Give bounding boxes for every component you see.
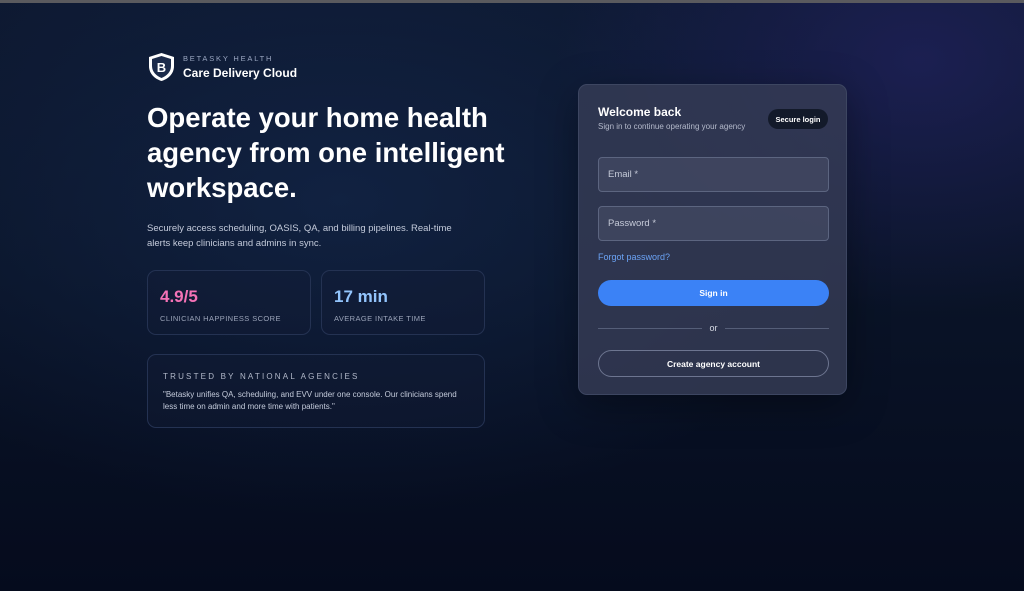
login-card: Welcome back Sign in to continue operati… [578,84,847,395]
brand-header: B BETASKY HEALTH Care Delivery Cloud [147,52,297,82]
testimonial-card: TRUSTED BY NATIONAL AGENCIES "Betasky un… [147,354,485,428]
testimonial-eyebrow: TRUSTED BY NATIONAL AGENCIES [163,372,360,381]
hero-subtitle: Securely access scheduling, OASIS, QA, a… [147,223,452,249]
stat-label: AVERAGE INTAKE TIME [334,314,426,323]
top-border [0,0,1024,3]
login-title: Welcome back [598,105,682,119]
create-account-button[interactable]: Create agency account [598,350,829,377]
testimonial-quote: "Betasky unifies QA, scheduling, and EVV… [163,390,457,411]
stat-card-happiness: 4.9/5 CLINICIAN HAPPINESS SCORE [147,270,311,335]
or-divider: or [598,322,829,334]
shield-icon: B [149,53,174,81]
email-field[interactable] [598,157,829,192]
login-subtitle: Sign in to continue operating your agenc… [598,122,746,131]
brand-name: Care Delivery Cloud [183,65,298,80]
stat-label: CLINICIAN HAPPINESS SCORE [160,314,281,323]
stat-value: 4.9/5 [160,287,198,306]
stat-card-intake: 17 min AVERAGE INTAKE TIME [321,270,485,335]
stat-value: 17 min [334,287,388,306]
divider-line [725,328,829,329]
forgot-password-link[interactable]: Forgot password? [598,252,670,262]
sign-in-button[interactable]: Sign in [598,280,829,306]
secure-login-badge: Secure login [768,109,828,129]
password-field[interactable] [598,206,829,241]
logo-letter: B [157,60,166,75]
hero-title: Operate your home health agency from one… [147,102,505,203]
brand-eyebrow: BETASKY HEALTH [183,53,274,63]
